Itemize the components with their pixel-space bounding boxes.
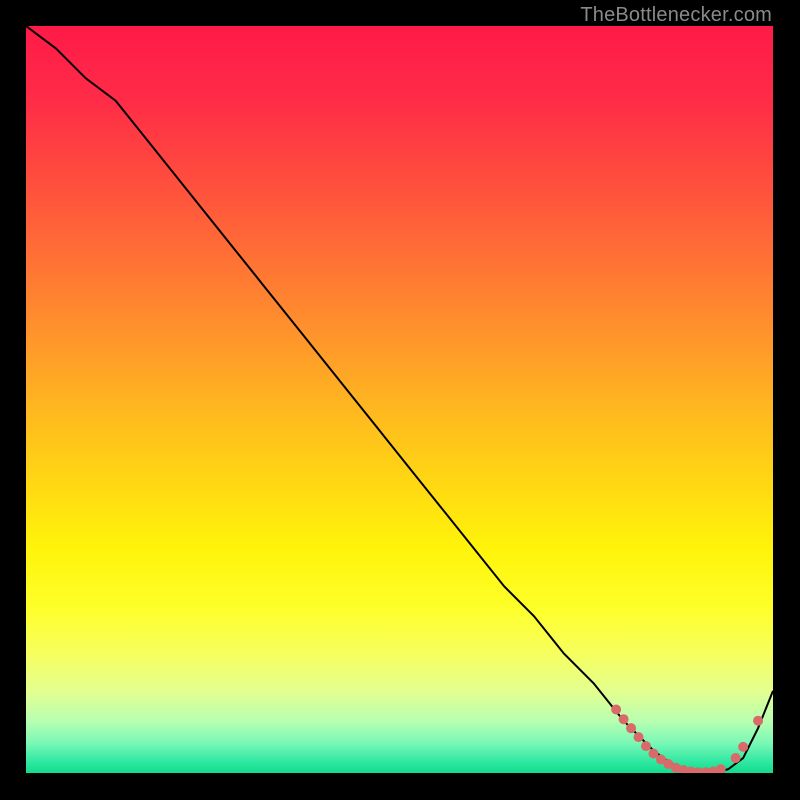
marker-dot [641,741,651,751]
marker-dot [611,705,621,715]
chart-stage: TheBottlenecker.com [0,0,800,800]
marker-dot [738,742,748,752]
attribution-label: TheBottlenecker.com [580,4,772,27]
marker-dot [626,723,636,733]
chart-plot-area [26,26,773,773]
heat-background [26,26,773,773]
marker-dot [753,716,763,726]
marker-dot [634,732,644,742]
chart-svg [26,26,773,773]
marker-dot [619,714,629,724]
marker-dot [731,753,741,763]
